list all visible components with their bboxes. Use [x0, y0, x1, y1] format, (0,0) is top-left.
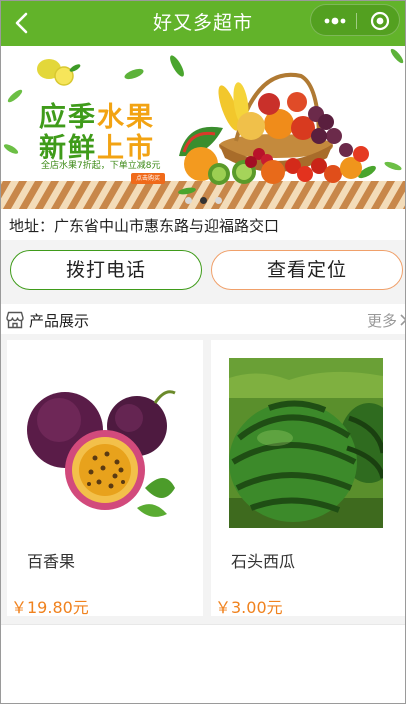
product-name: 百香果 — [27, 552, 76, 571]
more-dots-icon — [324, 17, 346, 25]
product-section-header: 产品展示 更多 — [1, 306, 405, 334]
view-location-button[interactable]: 查看定位 — [211, 250, 403, 290]
carousel-dot[interactable] — [184, 197, 192, 204]
capsule-divider — [356, 13, 357, 29]
product-price: ￥3.00元 — [215, 598, 283, 617]
watermelon-image — [229, 358, 383, 528]
promo-banner[interactable]: 应季水果 新鲜上市 全店水果7折起，下单立减8元 点击购买 — [1, 46, 405, 209]
passion-fruit-image — [25, 358, 179, 528]
carousel-dot[interactable] — [214, 197, 222, 204]
more-products-link[interactable]: 更多 — [367, 310, 397, 331]
carousel-indicators — [1, 189, 405, 208]
product-card[interactable]: 石头西瓜 ￥3.00元 — [211, 340, 405, 617]
carousel-dot-active[interactable] — [199, 197, 207, 204]
product-grid: 百香果 ￥19.80元 石头西瓜 ￥3.00元 — [1, 334, 405, 624]
close-mini-program-button[interactable] — [369, 10, 391, 32]
product-price: ￥19.80元 — [11, 598, 89, 617]
more-button[interactable] — [320, 9, 350, 33]
app-window: 好又多超市 应季水果 新鲜上市 全店水果7折起，下单立减8元 点击购买 地址：广… — [0, 0, 406, 704]
call-phone-button[interactable]: 拨打电话 — [10, 250, 202, 290]
product-card[interactable]: 百香果 ￥19.80元 — [7, 340, 203, 617]
chevron-right-icon[interactable] — [399, 313, 406, 327]
navigation-bar: 好又多超市 — [1, 1, 405, 46]
banner-buy-button[interactable]: 点击购买 — [131, 173, 165, 184]
mini-program-capsule — [310, 4, 400, 36]
product-name: 石头西瓜 — [231, 552, 296, 571]
action-buttons: 拨打电话 查看定位 — [1, 240, 405, 304]
banner-subtitle: 全店水果7折起，下单立减8元 — [41, 161, 161, 171]
section-title: 产品展示 — [29, 312, 90, 330]
store-address: 地址：广东省中山市惠东路与迎福路交口 — [9, 217, 280, 235]
shop-icon — [6, 311, 24, 329]
divider — [1, 624, 405, 625]
target-circle-icon — [370, 11, 390, 31]
